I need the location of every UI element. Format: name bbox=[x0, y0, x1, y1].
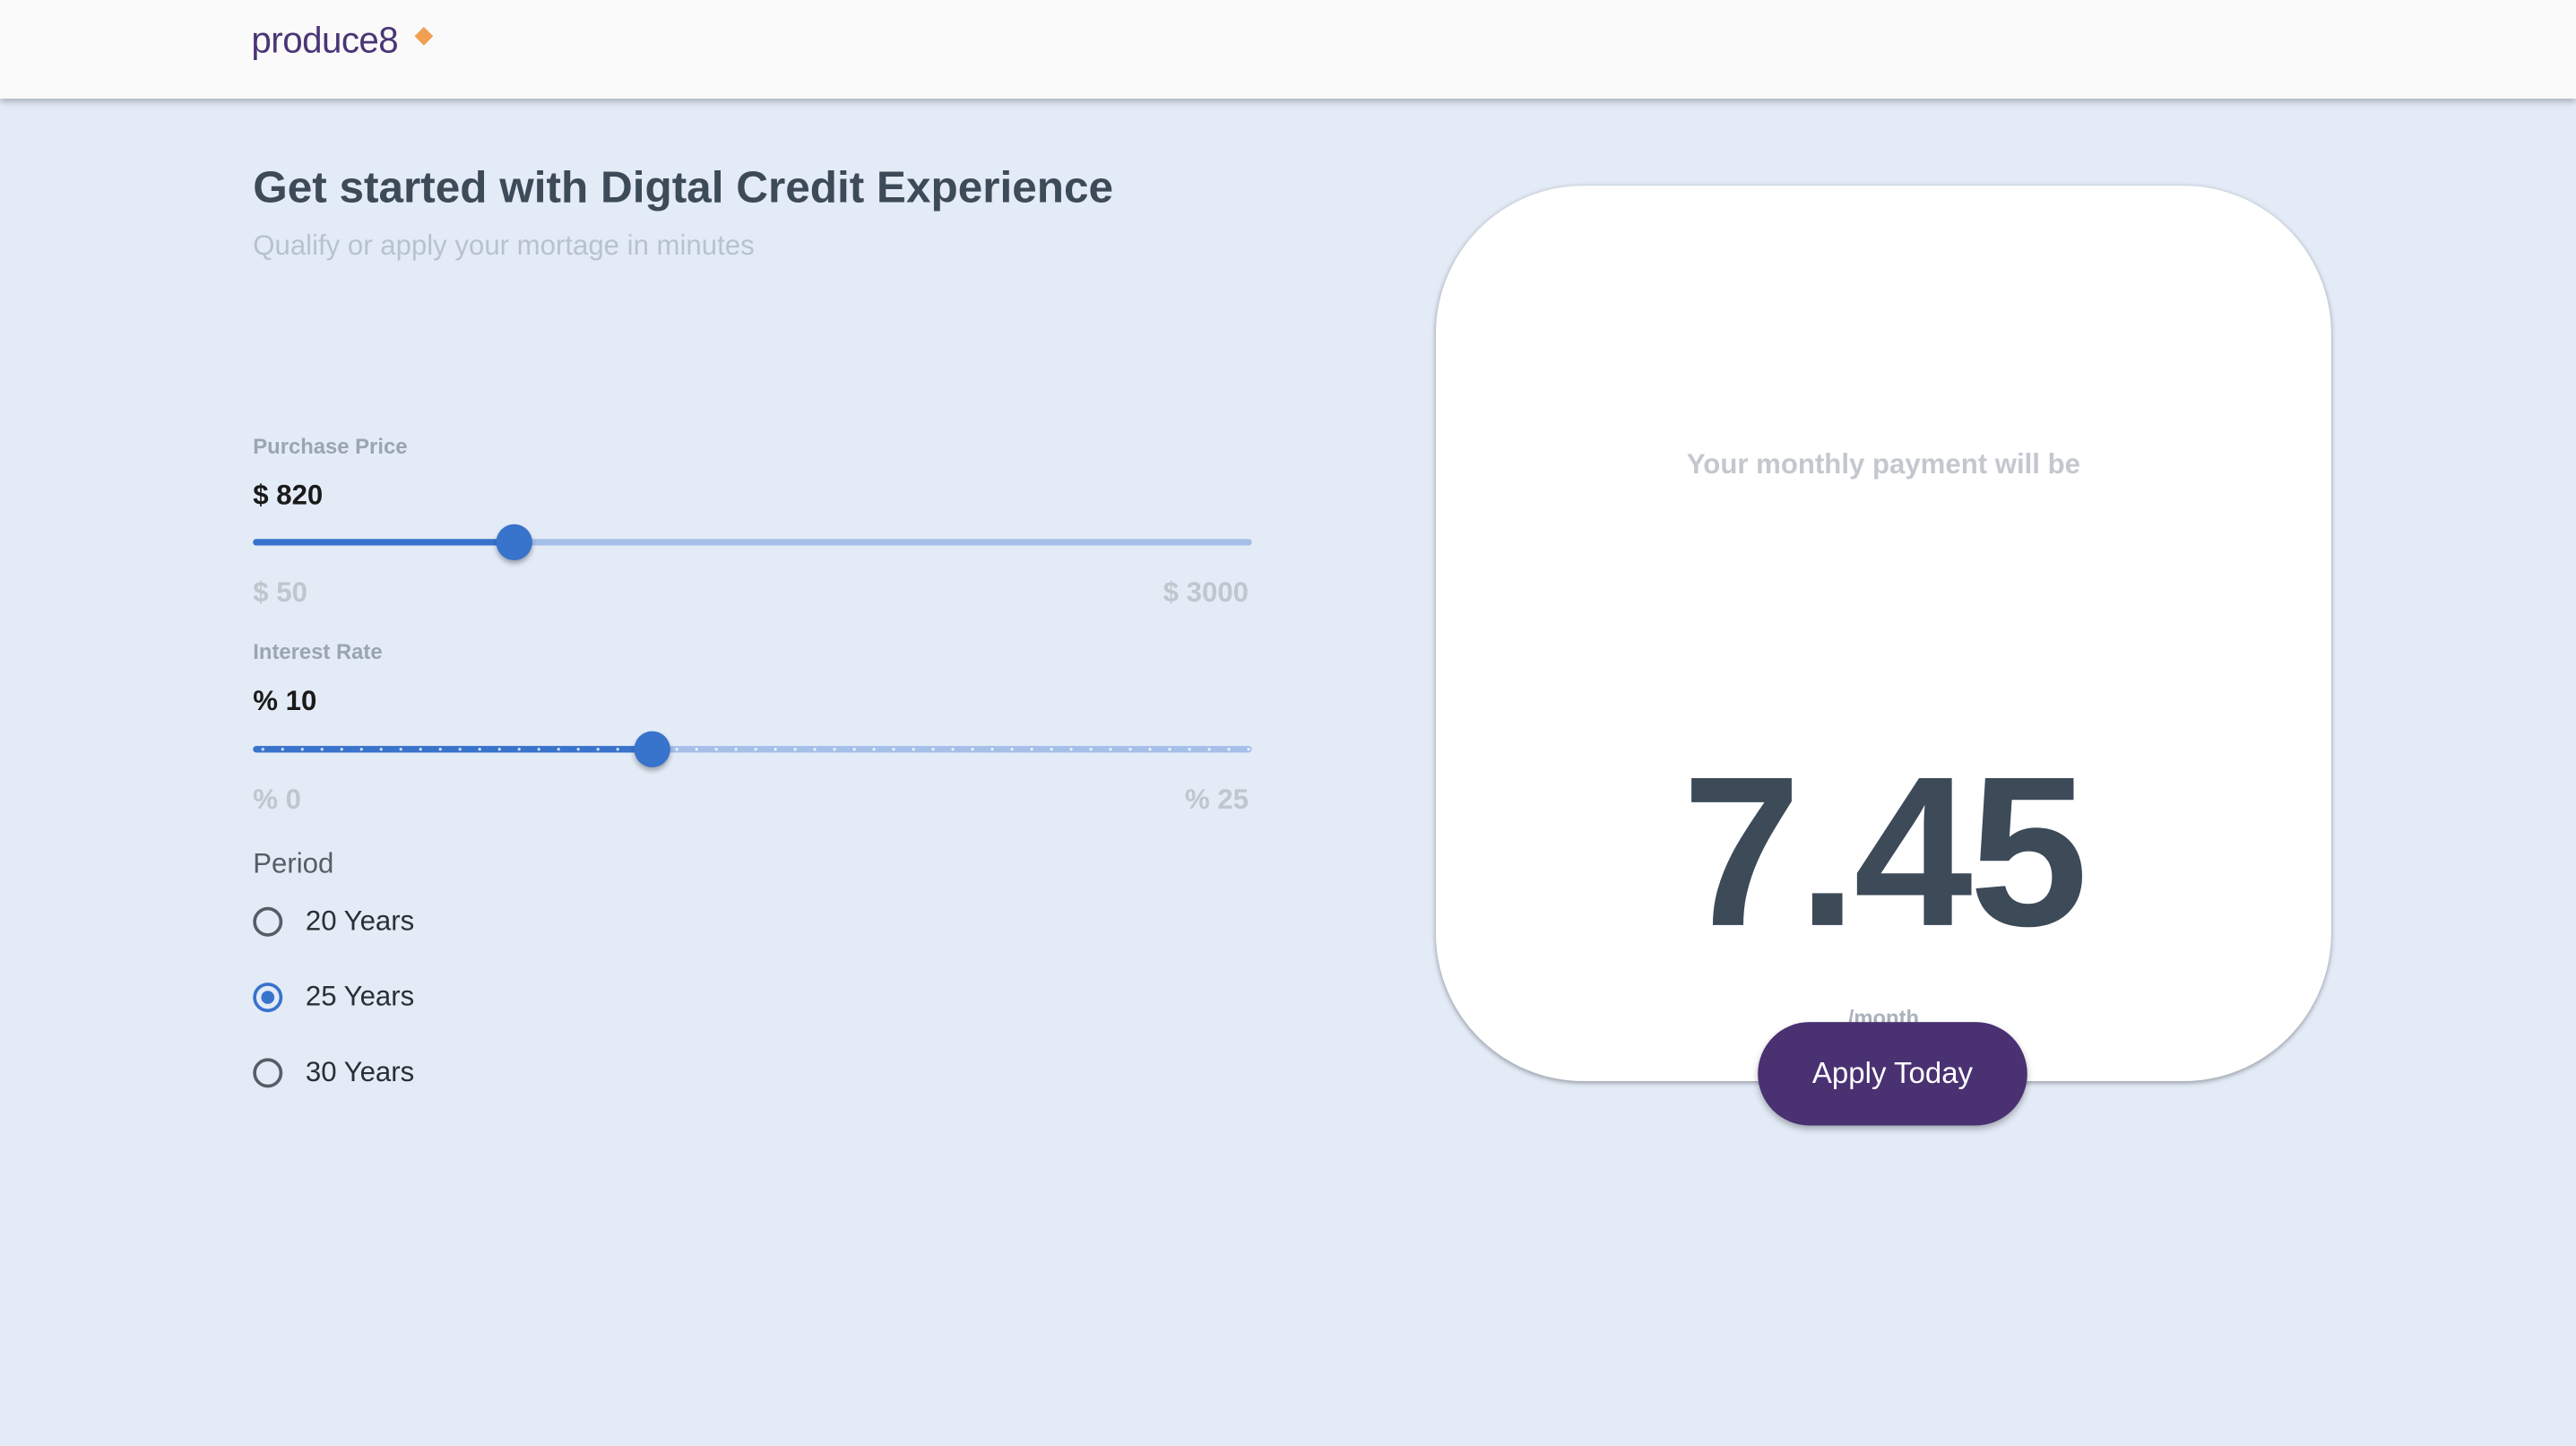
logo[interactable]: produce8 bbox=[251, 20, 398, 63]
logo-gem-icon bbox=[414, 26, 434, 46]
slider-thumb[interactable] bbox=[634, 731, 671, 767]
interest-rate-value: % 10 bbox=[253, 685, 317, 717]
slider-thumb[interactable] bbox=[495, 524, 532, 561]
page-subtitle: Qualify or apply your mortage in minutes bbox=[253, 229, 755, 262]
purchase-price-label: Purchase Price bbox=[253, 433, 408, 459]
radio-icon[interactable] bbox=[253, 1058, 283, 1088]
purchase-price-max: $ 3000 bbox=[1163, 576, 1249, 609]
radio-label: 30 Years bbox=[305, 1056, 415, 1088]
radio-icon[interactable] bbox=[253, 983, 283, 1013]
period-option-25[interactable]: 25 Years bbox=[253, 981, 414, 1014]
radio-label: 20 Years bbox=[305, 905, 415, 937]
interest-rate-slider[interactable] bbox=[253, 731, 1252, 767]
interest-rate-max: % 25 bbox=[1184, 784, 1249, 816]
payment-card: Your monthly payment will be 7.45 /month bbox=[1435, 186, 2331, 1082]
payment-amount: 7.45 bbox=[1681, 731, 2088, 972]
interest-rate-label: Interest Rate bbox=[253, 638, 383, 664]
period-option-20[interactable]: 20 Years bbox=[253, 905, 414, 939]
header: produce8 bbox=[0, 0, 2576, 99]
period-label: Period bbox=[253, 847, 334, 879]
radio-icon[interactable] bbox=[253, 906, 283, 937]
radio-label: 25 Years bbox=[305, 981, 415, 1013]
payment-heading: Your monthly payment will be bbox=[1686, 448, 2080, 481]
interest-rate-min: % 0 bbox=[253, 784, 301, 816]
purchase-price-value: $ 820 bbox=[253, 480, 324, 512]
apply-today-button[interactable]: Apply Today bbox=[1758, 1022, 2027, 1126]
slider-fill bbox=[253, 539, 514, 546]
slider-tick-marks bbox=[253, 747, 1252, 751]
page-title: Get started with Digtal Credit Experienc… bbox=[253, 162, 1114, 212]
period-option-30[interactable]: 30 Years bbox=[253, 1057, 414, 1090]
purchase-price-slider[interactable] bbox=[253, 524, 1252, 561]
purchase-price-min: $ 50 bbox=[253, 576, 307, 609]
